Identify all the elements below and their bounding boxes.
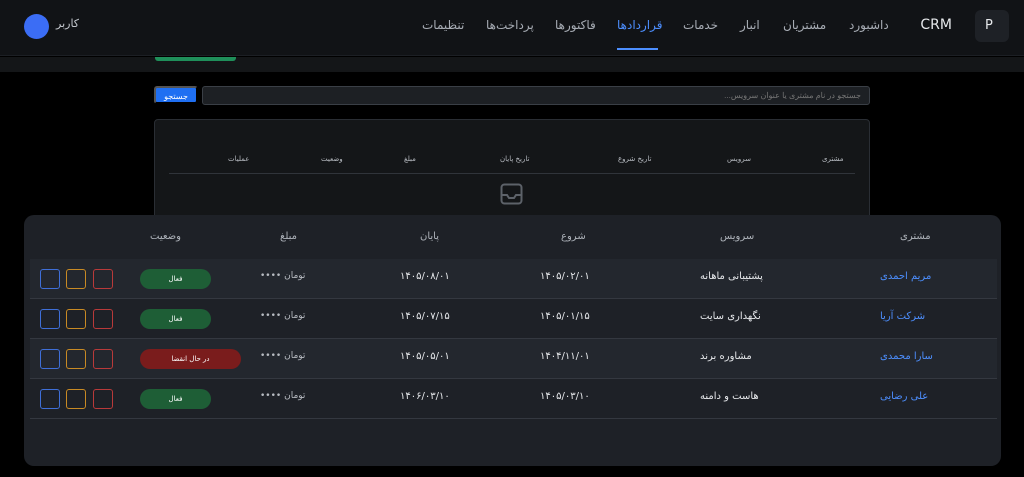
service-cell: هاست و دامنه xyxy=(700,391,759,402)
nav-item-customers[interactable]: مشتریان xyxy=(783,18,826,32)
search-input[interactable] xyxy=(202,86,870,105)
start-date-cell: ۱۴۰۵/۰۳/۱۰ xyxy=(540,391,590,402)
inbox-icon xyxy=(500,183,523,205)
add-contract-button[interactable] xyxy=(155,57,236,61)
view-icon[interactable] xyxy=(40,269,60,289)
amount-cell: •••• تومان xyxy=(260,311,306,321)
bg-header-customer: مشتری xyxy=(822,155,844,163)
customer-link[interactable]: علی رضایی xyxy=(880,391,928,402)
end-date-cell: ۱۴۰۶/۰۳/۱۰ xyxy=(400,391,450,402)
service-cell: مشاوره برند xyxy=(700,351,752,362)
header-customer: مشتری xyxy=(900,231,931,242)
start-date-cell: ۱۴۰۴/۱۱/۰۱ xyxy=(540,351,590,362)
end-date-cell: ۱۴۰۵/۰۵/۰۱ xyxy=(400,351,450,362)
end-date-cell: ۱۴۰۵/۰۷/۱۵ xyxy=(400,311,450,322)
header-service: سرویس xyxy=(720,231,755,242)
logo[interactable]: P xyxy=(975,10,1009,42)
customer-link[interactable]: شرکت آریا xyxy=(880,311,925,322)
bg-header-actions: عملیات xyxy=(228,155,250,163)
header-status: وضعیت xyxy=(150,231,181,242)
view-icon[interactable] xyxy=(40,309,60,329)
delete-icon[interactable] xyxy=(93,309,113,329)
view-icon[interactable] xyxy=(40,349,60,369)
nav-item-inventory[interactable]: انبار xyxy=(740,18,760,32)
bg-header-amount: مبلغ xyxy=(404,155,416,163)
amount-cell: •••• تومان xyxy=(260,391,306,401)
customer-link[interactable]: سارا محمدی xyxy=(880,351,933,362)
user-label[interactable]: کاربر xyxy=(56,17,79,30)
delete-icon[interactable] xyxy=(93,349,113,369)
edit-icon[interactable] xyxy=(66,309,86,329)
view-icon[interactable] xyxy=(40,389,60,409)
amount-cell: •••• تومان xyxy=(260,351,306,361)
header-amount: مبلغ xyxy=(280,231,298,242)
end-date-cell: ۱۴۰۵/۰۸/۰۱ xyxy=(400,271,450,282)
bg-header-divider xyxy=(169,173,855,174)
status-badge: در حال انقضا xyxy=(140,349,241,369)
bg-header-status: وضعیت xyxy=(321,155,343,163)
contracts-list-card xyxy=(154,119,870,229)
nav-item-payments[interactable]: پرداخت‌ها xyxy=(486,18,534,32)
delete-icon[interactable] xyxy=(93,269,113,289)
service-cell: نگهداری سایت xyxy=(700,311,761,322)
search-button[interactable]: جستجو xyxy=(154,86,198,104)
edit-icon[interactable] xyxy=(66,389,86,409)
start-date-cell: ۱۴۰۵/۰۱/۱۵ xyxy=(540,311,590,322)
status-badge: فعال xyxy=(140,389,211,409)
page-header-strip xyxy=(0,57,1024,72)
customer-link[interactable]: مریم احمدی xyxy=(880,271,931,282)
start-date-cell: ۱۴۰۵/۰۲/۰۱ xyxy=(540,271,590,282)
status-badge: فعال xyxy=(140,309,211,329)
nav-item-dashboard[interactable]: داشبورد xyxy=(849,18,889,32)
nav-item-services[interactable]: خدمات xyxy=(683,18,718,32)
amount-cell: •••• تومان xyxy=(260,271,306,281)
service-cell: پشتیبانی ماهانه xyxy=(700,271,763,282)
nav-item-contracts[interactable]: قراردادها xyxy=(617,18,663,32)
top-navbar: P CRM داشبورد مشتریان انبار خدمات قراردا… xyxy=(0,0,1024,56)
header-start: شروع xyxy=(561,231,586,242)
status-badge: فعال xyxy=(140,269,211,289)
brand-name[interactable]: CRM xyxy=(920,17,952,33)
header-end: پایان xyxy=(420,231,440,242)
avatar[interactable] xyxy=(24,14,49,39)
nav-item-settings[interactable]: تنظیمات xyxy=(422,18,464,32)
active-tab-indicator xyxy=(617,48,658,50)
edit-icon[interactable] xyxy=(66,349,86,369)
nav-item-invoices[interactable]: فاکتورها xyxy=(555,18,596,32)
delete-icon[interactable] xyxy=(93,389,113,409)
bg-header-start-date: تاریخ شروع xyxy=(618,155,652,163)
edit-icon[interactable] xyxy=(66,269,86,289)
bg-header-end-date: تاریخ پایان xyxy=(500,155,530,163)
bg-header-service: سرویس xyxy=(727,155,751,163)
